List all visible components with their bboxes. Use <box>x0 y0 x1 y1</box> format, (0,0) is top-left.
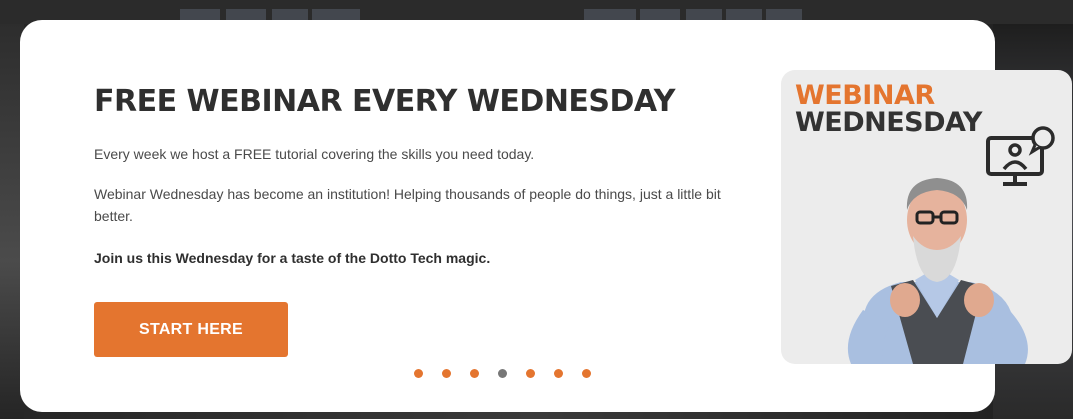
start-here-button[interactable]: START HERE <box>94 302 288 357</box>
presenter-photo <box>847 178 1028 364</box>
carousel-dot-5[interactable] <box>526 369 535 378</box>
carousel-dot-1[interactable] <box>414 369 423 378</box>
page-background: FREE WEBINAR EVERY WEDNESDAY Every week … <box>0 0 1073 419</box>
banner-paragraph-3: Join us this Wednesday for a taste of th… <box>94 250 491 266</box>
carousel-dot-3[interactable] <box>470 369 479 378</box>
webinar-wednesday-promo-image: WEBINAR WEDNESDAY <box>781 70 1072 364</box>
carousel-dot-6[interactable] <box>554 369 563 378</box>
banner-title: FREE WEBINAR EVERY WEDNESDAY <box>94 84 676 119</box>
carousel-dot-7[interactable] <box>582 369 591 378</box>
promo-title-line-1: WEBINAR <box>795 80 935 111</box>
promo-title-line-2: WEDNESDAY <box>795 107 982 138</box>
carousel-dot-4-active[interactable] <box>498 369 507 378</box>
banner-paragraph-1: Every week we host a FREE tutorial cover… <box>94 146 535 162</box>
carousel-dots <box>414 369 591 378</box>
carousel-dot-2[interactable] <box>442 369 451 378</box>
banner-paragraph-2: Webinar Wednesday has become an institut… <box>94 186 721 224</box>
